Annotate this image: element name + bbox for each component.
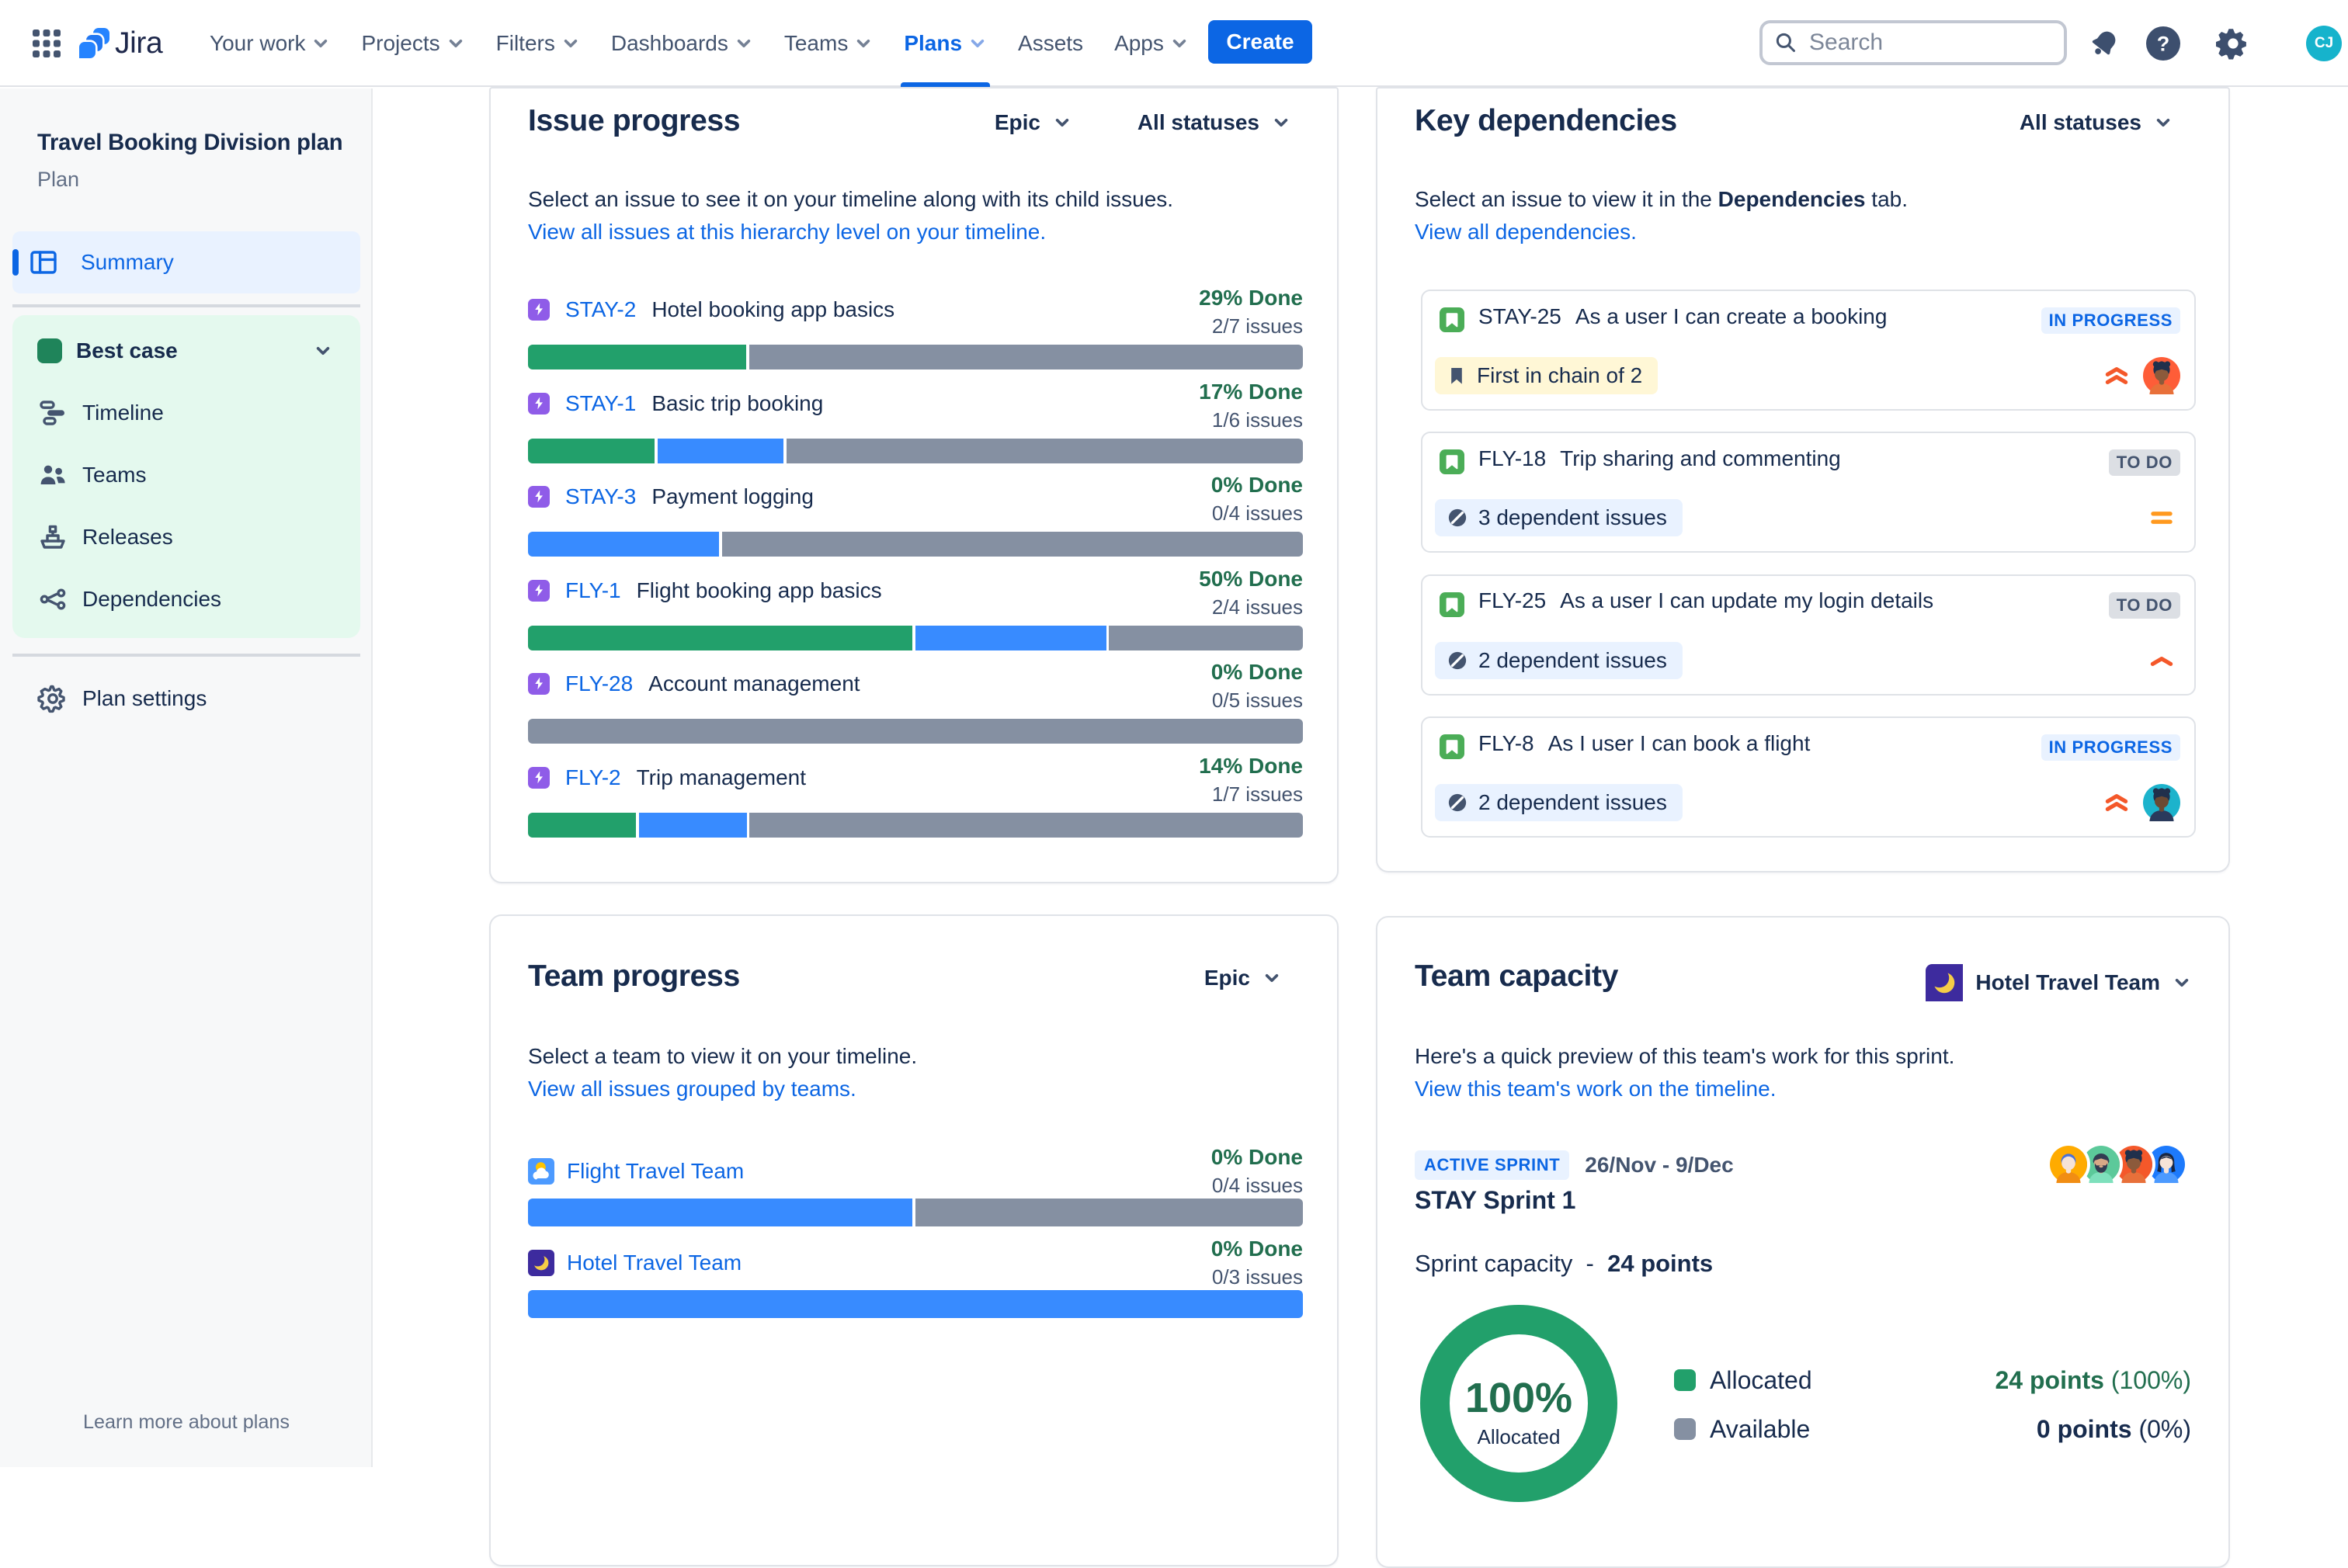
svg-text:?: ?: [2157, 32, 2170, 55]
